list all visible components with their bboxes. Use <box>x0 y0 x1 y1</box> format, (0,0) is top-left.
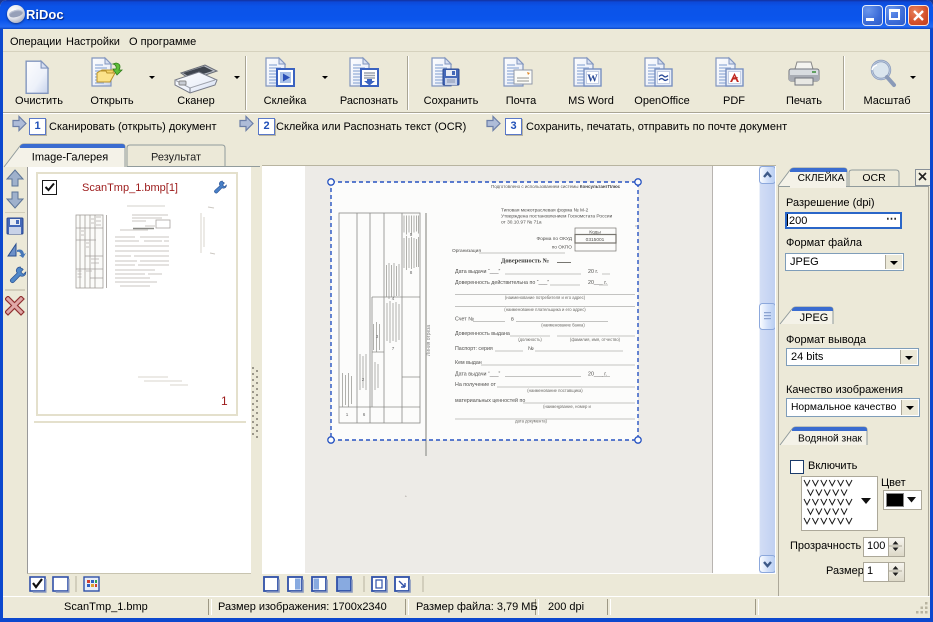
svg-text:Утверждена постановлением Госк: Утверждена постановлением Госкомстата Ро… <box>501 214 613 220</box>
svg-text:OCR: OCR <box>862 172 886 184</box>
svg-text:1: 1 <box>346 412 349 417</box>
svg-text:Доверенность выдана: Доверенность выдана <box>455 331 510 337</box>
svg-text:Image-Галерея: Image-Галерея <box>32 152 108 164</box>
svg-text:Дата выдачи “___”: Дата выдачи “___” <box>455 372 501 378</box>
svg-text:2: 2 <box>362 377 365 382</box>
svg-text:Доверенность №: Доверенность № <box>501 258 549 265</box>
svg-text:Коды: Коды <box>589 230 601 236</box>
svg-text:На получение от: На получение от <box>455 382 497 388</box>
svg-text:дата документа): дата документа) <box>515 419 547 424</box>
svg-text:W: W <box>587 74 598 85</box>
svg-text:Кем выдан: Кем выдан <box>455 360 482 366</box>
svg-text:(наименование, номер и: (наименование, номер и <box>543 404 591 409</box>
svg-text:(наименование поставщика): (наименование поставщика) <box>527 388 583 393</box>
svg-text:Паспорт: серия: Паспорт: серия <box>455 346 493 352</box>
svg-text:0315001: 0315001 <box>586 237 605 243</box>
svg-text:Счет №: Счет № <box>455 317 474 323</box>
svg-text:материальных ценностей по: материальных ценностей по <box>455 397 525 404</box>
svg-text:Подготовлено с использованием: Подготовлено с использованием системы Ко… <box>491 184 621 189</box>
svg-text:20 г.: 20 г. <box>588 269 598 275</box>
svg-text:Результат: Результат <box>151 152 201 164</box>
svg-text:Линия отреза: Линия отреза <box>426 325 432 356</box>
svg-text:JPEG: JPEG <box>800 312 829 324</box>
svg-text:Форма по ОКУД: Форма по ОКУД <box>536 236 572 242</box>
svg-text:4: 4 <box>392 296 395 301</box>
svg-text:5: 5 <box>410 232 413 237</box>
svg-text:Типовая межотраслевая форма №: Типовая межотраслевая форма № М-2 <box>501 208 589 214</box>
svg-text:8: 8 <box>410 270 413 275</box>
svg-text:по ОКПО: по ОКПО <box>552 245 573 251</box>
svg-text:Водяной знак: Водяной знак <box>798 434 862 445</box>
svg-text:6: 6 <box>363 412 366 417</box>
svg-text:Дата выдачи “___”: Дата выдачи “___” <box>455 269 501 275</box>
svg-text:(фамилия, имя, отчество): (фамилия, имя, отчество) <box>570 337 621 342</box>
svg-text:7: 7 <box>392 346 395 351</box>
svg-text:(наименование плательщика и ег: (наименование плательщика и его адрес) <box>504 307 586 312</box>
svg-text:СКЛЕЙКА: СКЛЕЙКА <box>798 171 845 184</box>
svg-text:Доверенность действительна по: Доверенность действительна по “___” <box>455 279 549 286</box>
svg-text:(наименование потребителя и ег: (наименование потребителя и его адрес) <box>505 295 586 300</box>
svg-text:(должность): (должность) <box>518 337 542 342</box>
svg-text:в: в <box>511 317 514 323</box>
svg-text:(наименование банка): (наименование банка) <box>541 323 585 328</box>
svg-text:3: 3 <box>376 334 379 339</box>
svg-text:от 30.10.97 № 71а: от 30.10.97 № 71а <box>501 220 542 226</box>
svg-text:№: № <box>528 346 534 352</box>
svg-text:Организация: Организация <box>452 248 481 254</box>
